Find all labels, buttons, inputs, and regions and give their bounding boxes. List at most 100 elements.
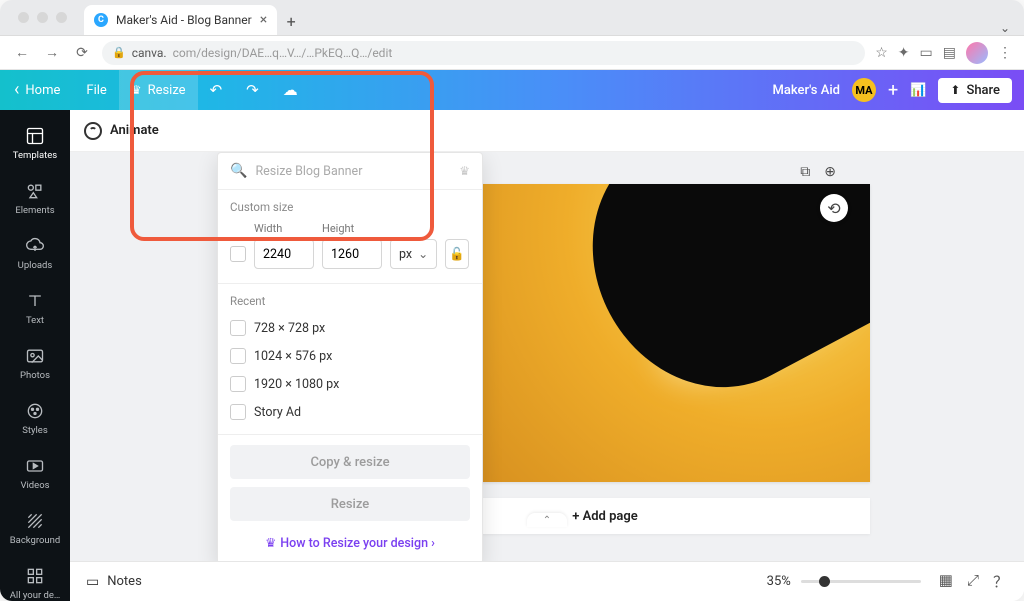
resize-button[interactable]: Resize [230,487,470,521]
add-page-icon[interactable]: ⊕ [824,164,836,180]
rail-styles[interactable]: Styles [0,393,70,444]
brand-badge[interactable]: MA [852,78,876,102]
canvas-area: ⧉ ⊕ ⟲ + Add page ⌃ [70,152,1024,561]
rail-text[interactable]: Text [0,283,70,334]
tabs-overflow-icon[interactable]: ⌄ [1000,21,1010,35]
home-label: Home [25,83,60,98]
rail-videos[interactable]: Videos [0,448,70,499]
app-menubar: Home File Resize ↶ ↷ ☁ Maker's Aid MA + … [0,70,1024,110]
undo-icon: ↶ [210,81,223,99]
bookmark-icon[interactable]: ▭ [920,45,933,61]
custom-size-header: Custom size [218,190,482,218]
home-button[interactable]: Home [0,70,74,110]
recent-header: Recent [218,284,482,312]
browser-tab[interactable]: C Maker's Aid - Blog Banner × [84,5,277,35]
kebab-icon[interactable]: ⋮ [998,45,1012,61]
redo-icon: ↷ [246,81,259,99]
rail-photos[interactable]: Photos [0,338,70,389]
height-input[interactable] [322,239,382,269]
reset-view-button[interactable]: ⟲ [820,194,848,222]
star-icon[interactable]: ☆ [875,45,888,61]
reload-icon[interactable]: ⟳ [72,45,92,61]
chevron-down-icon [418,247,428,262]
undo-button[interactable]: ↶ [198,70,235,110]
share-button[interactable]: Share [938,78,1012,103]
zoom-level[interactable]: 35% [767,574,791,589]
unit-select[interactable]: px [390,239,437,269]
checkbox[interactable] [230,348,246,364]
videos-icon [25,456,45,476]
checkbox[interactable] [230,376,246,392]
page-thumbnails-toggle[interactable]: ⌃ [527,513,567,527]
text-icon [25,291,45,311]
rail-elements[interactable]: Elements [0,173,70,224]
fullscreen-icon[interactable]: ⤢ [967,571,979,592]
resize-search-input[interactable] [255,164,451,179]
file-menu[interactable]: File [74,70,118,110]
notes-button[interactable]: Notes [86,574,142,590]
cloud-sync-button[interactable]: ☁ [271,70,310,110]
add-member-icon[interactable]: + [888,80,898,101]
resize-menu[interactable]: Resize [119,70,198,110]
crown-icon [265,536,280,551]
help-icon[interactable]: ？ [993,571,1008,592]
profile-avatar[interactable] [966,42,988,64]
context-toolbar: Animate [70,110,1024,152]
address-bar[interactable]: 🔒 canva. com/design/DAE…q…V…/…PkEQ…Q…/ed… [102,41,865,65]
elements-icon [25,181,45,201]
cloud-icon: ☁ [283,81,298,99]
rail-background[interactable]: Background [0,503,70,554]
window-traffic-lights[interactable] [18,12,67,23]
back-icon[interactable]: ← [12,44,32,61]
grid-icon [25,566,45,586]
recent-size-option[interactable]: 1920 × 1080 px [218,370,482,398]
notes-icon [86,574,99,590]
templates-icon [25,126,45,146]
recent-size-option[interactable]: Story Ad [218,398,482,426]
width-label: Width [254,222,314,235]
height-label: Height [322,222,382,235]
resize-panel: 🔍 ♛ Custom size Width H [217,152,483,561]
brand-name: Maker's Aid [772,83,840,98]
duplicate-page-icon[interactable]: ⧉ [800,164,810,180]
forward-icon[interactable]: → [42,44,62,61]
photos-icon [25,346,45,366]
url-host: canva. [132,46,167,60]
page-tools: ⧉ ⊕ [800,164,836,180]
redo-button[interactable]: ↷ [234,70,271,110]
lock-icon: 🔒 [112,46,126,59]
url-path: com/design/DAE…q…V…/…PkEQ…Q…/edit [173,46,393,60]
background-icon [25,511,45,531]
aspect-lock-button[interactable]: 🔓 [445,239,469,269]
width-input[interactable] [254,239,314,269]
search-icon: 🔍 [230,163,247,179]
close-tab-icon[interactable]: × [260,12,267,28]
side-rail: Templates Elements Uploads Text Photos [0,110,70,601]
recent-size-option[interactable]: 728 × 728 px [218,314,482,342]
browser-tab-strip: C Maker's Aid - Blog Banner × + ⌄ [0,0,1024,36]
insights-icon[interactable]: 📊 [910,83,926,98]
rail-uploads[interactable]: Uploads [0,228,70,279]
uploads-icon [25,236,45,256]
grid-view-icon[interactable]: ▦ [939,571,953,592]
animate-button[interactable]: Animate [110,123,159,138]
upload-icon [950,83,960,98]
custom-size-checkbox[interactable] [230,246,246,262]
reader-icon[interactable]: ▤ [943,45,956,61]
rail-all-designs[interactable]: All your de… [0,558,70,601]
copy-resize-button[interactable]: Copy & resize [230,445,470,479]
rail-templates[interactable]: Templates [0,118,70,169]
checkbox[interactable] [230,320,246,336]
new-tab-button[interactable]: + [277,7,305,35]
crown-icon: ♛ [459,164,470,178]
zoom-slider[interactable] [801,580,921,583]
bottom-bar: Notes 35% ▦ ⤢ ？ [70,561,1024,601]
canva-favicon-icon: C [94,13,108,27]
crown-icon [131,83,142,98]
chevron-right-icon [428,536,435,551]
recent-size-option[interactable]: 1024 × 576 px [218,342,482,370]
checkbox[interactable] [230,404,246,420]
extensions-icon[interactable]: ✦ [898,45,910,61]
howto-resize-link[interactable]: How to Resize your design [218,521,482,561]
chevron-left-icon [14,80,19,101]
